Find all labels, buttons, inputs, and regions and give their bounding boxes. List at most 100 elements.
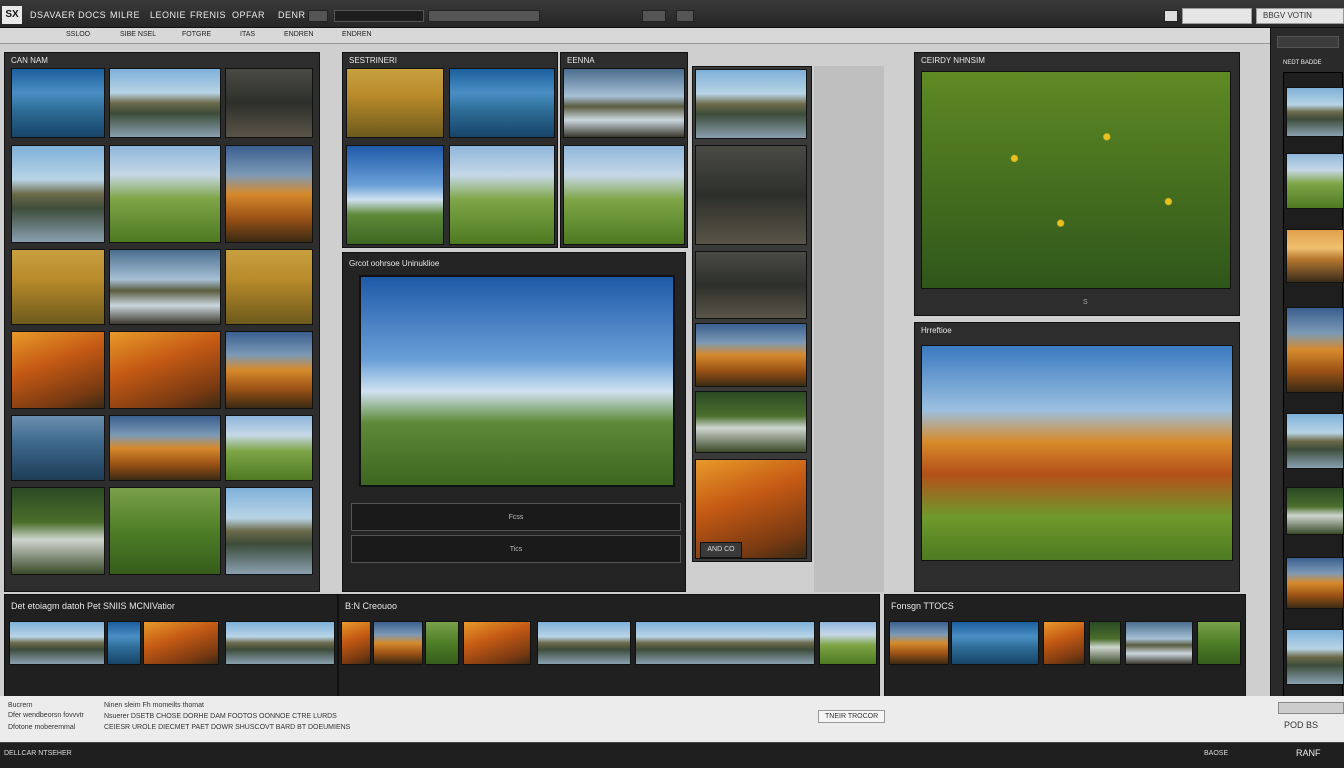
panel-title: Hrreftioe [921, 326, 952, 335]
thumbnail[interactable] [11, 145, 105, 243]
detail-image[interactable] [921, 345, 1233, 561]
thumbnail[interactable] [225, 415, 313, 481]
filter-field[interactable] [428, 10, 540, 22]
thumbnail[interactable] [225, 487, 313, 575]
filmstrip-thumb[interactable] [1125, 621, 1193, 665]
thumbnail[interactable] [11, 487, 105, 575]
subbar-item[interactable]: FOTGRE [182, 31, 211, 38]
sidebar-thumb[interactable] [1286, 229, 1344, 283]
search-input[interactable] [334, 10, 424, 22]
footer-label: DELLCAR NTSEHER [4, 750, 72, 757]
preview-row[interactable]: Fcss [351, 503, 681, 531]
footer-item[interactable]: RANF [1296, 748, 1321, 758]
sidebar-thumb[interactable] [1286, 307, 1344, 393]
status-line: Dfotone moberemmal [8, 724, 76, 731]
menu-edit[interactable]: MILRE [110, 10, 140, 20]
sidebar-thumb[interactable] [1286, 87, 1344, 137]
thumbnail[interactable] [11, 249, 105, 325]
thumbnail[interactable] [449, 145, 555, 245]
filmstrip-thumb[interactable] [425, 621, 459, 665]
thumbnail[interactable] [109, 249, 221, 325]
thumbnail[interactable] [695, 323, 807, 387]
filmstrip-thumb[interactable] [1089, 621, 1121, 665]
thumbnail[interactable] [109, 487, 221, 575]
preview-image[interactable] [359, 275, 675, 487]
filmstrip-thumb[interactable] [635, 621, 815, 665]
status-line: Dfer wendbeorsn fovvvtr [8, 712, 84, 719]
filmstrip-thumb[interactable] [143, 621, 219, 665]
preview-row[interactable]: Tics [351, 535, 681, 563]
filmstrip-thumb[interactable] [819, 621, 877, 665]
thumbnail[interactable] [449, 68, 555, 138]
preview-badge: AND CO [700, 542, 742, 558]
thumbnail[interactable] [11, 415, 105, 481]
window-icon[interactable] [1164, 10, 1178, 22]
left-grid-panel: CAN NAM [4, 52, 320, 592]
app-logo[interactable]: SX [2, 6, 22, 24]
side-column [692, 66, 812, 562]
thumbnail[interactable] [695, 145, 807, 245]
subbar-item[interactable]: SIBE NSEL [120, 31, 156, 38]
panel-title: SESTRINERI [349, 56, 398, 65]
filmstrip-thumb[interactable] [373, 621, 423, 665]
menu-view[interactable]: DENR [278, 10, 306, 20]
thumbnail[interactable] [563, 68, 685, 138]
thumbnail[interactable] [695, 251, 807, 319]
subbar-item[interactable]: ENDREN [342, 31, 372, 38]
sidebar-thumb[interactable] [1286, 153, 1344, 209]
subbar-item[interactable]: SSLOO [66, 31, 90, 38]
filmstrip-thumb[interactable] [1043, 621, 1085, 665]
thumbnail[interactable] [346, 68, 444, 138]
menu-metadata[interactable]: OPFAR [232, 10, 265, 20]
sidebar-thumb[interactable] [1286, 629, 1344, 685]
thumbnail[interactable] [109, 145, 221, 243]
menu-library[interactable]: LEONIE [150, 10, 186, 20]
thumbnail[interactable] [225, 331, 313, 409]
subbar-item[interactable]: ENDREN [284, 31, 314, 38]
status-button[interactable]: TNEIR TROCOR [818, 710, 886, 723]
filmstrip-thumb[interactable] [951, 621, 1039, 665]
thumbnail[interactable] [695, 391, 807, 453]
thumbnail[interactable] [563, 145, 685, 245]
thumbnail[interactable] [11, 331, 105, 409]
toolbar-toggle[interactable] [308, 10, 328, 22]
panel-title: CEIRDY NHNSIM [921, 56, 985, 65]
sidebar-thumb[interactable] [1286, 557, 1344, 609]
preview-title: Grcot oohrsoe Uninuklioe [349, 259, 440, 268]
thumbnail[interactable] [109, 68, 221, 138]
menu-photo[interactable]: FRENIS [190, 10, 226, 20]
filmstrip-thumb[interactable] [341, 621, 371, 665]
thumbnail[interactable] [109, 415, 221, 481]
view-mode-button[interactable] [642, 10, 666, 22]
thumbnail[interactable] [109, 331, 221, 409]
filmstrip-thumb[interactable] [9, 621, 105, 665]
filmstrip-thumb[interactable] [463, 621, 531, 665]
filmstrip-thumb[interactable] [537, 621, 631, 665]
filmstrip-thumb[interactable] [107, 621, 141, 665]
featured-image[interactable] [921, 71, 1231, 289]
filmstrip-thumb[interactable] [1197, 621, 1241, 665]
module-picker[interactable] [1182, 8, 1252, 24]
thumbnail[interactable] [346, 145, 444, 245]
thumbnail[interactable] [225, 249, 313, 325]
status-field[interactable] [1278, 702, 1344, 714]
menu-file[interactable]: DSAVAER DOCS [30, 10, 106, 20]
filmstrip-2: B:N Creouoo [338, 594, 880, 698]
thumbnail[interactable] [225, 145, 313, 243]
identity-button[interactable]: BBGV VOTIN [1256, 8, 1344, 24]
thumbnail[interactable] [225, 68, 313, 138]
footer-item[interactable]: BAOSE [1204, 750, 1228, 757]
status-line: Nsuerer DSETB CHOSE DORHE DAM FOOTOS OON… [104, 713, 337, 720]
status-line: CEIESR UROLE DIECMET PAET DOWR SHUSCOVT … [104, 724, 351, 731]
sidebar-thumb[interactable] [1286, 487, 1344, 535]
subbar-item[interactable]: ITAS [240, 31, 255, 38]
filmstrip-thumb[interactable] [225, 621, 335, 665]
middle-grid-panel-2: EENNA [560, 52, 688, 248]
thumbnail[interactable] [11, 68, 105, 138]
sidebar-thumb[interactable] [1286, 413, 1344, 469]
sort-button[interactable] [676, 10, 694, 22]
sidebar-field[interactable] [1277, 36, 1339, 48]
thumbnail[interactable] [695, 69, 807, 139]
middle-grid-panel: SESTRINERI [342, 52, 558, 248]
filmstrip-thumb[interactable] [889, 621, 949, 665]
